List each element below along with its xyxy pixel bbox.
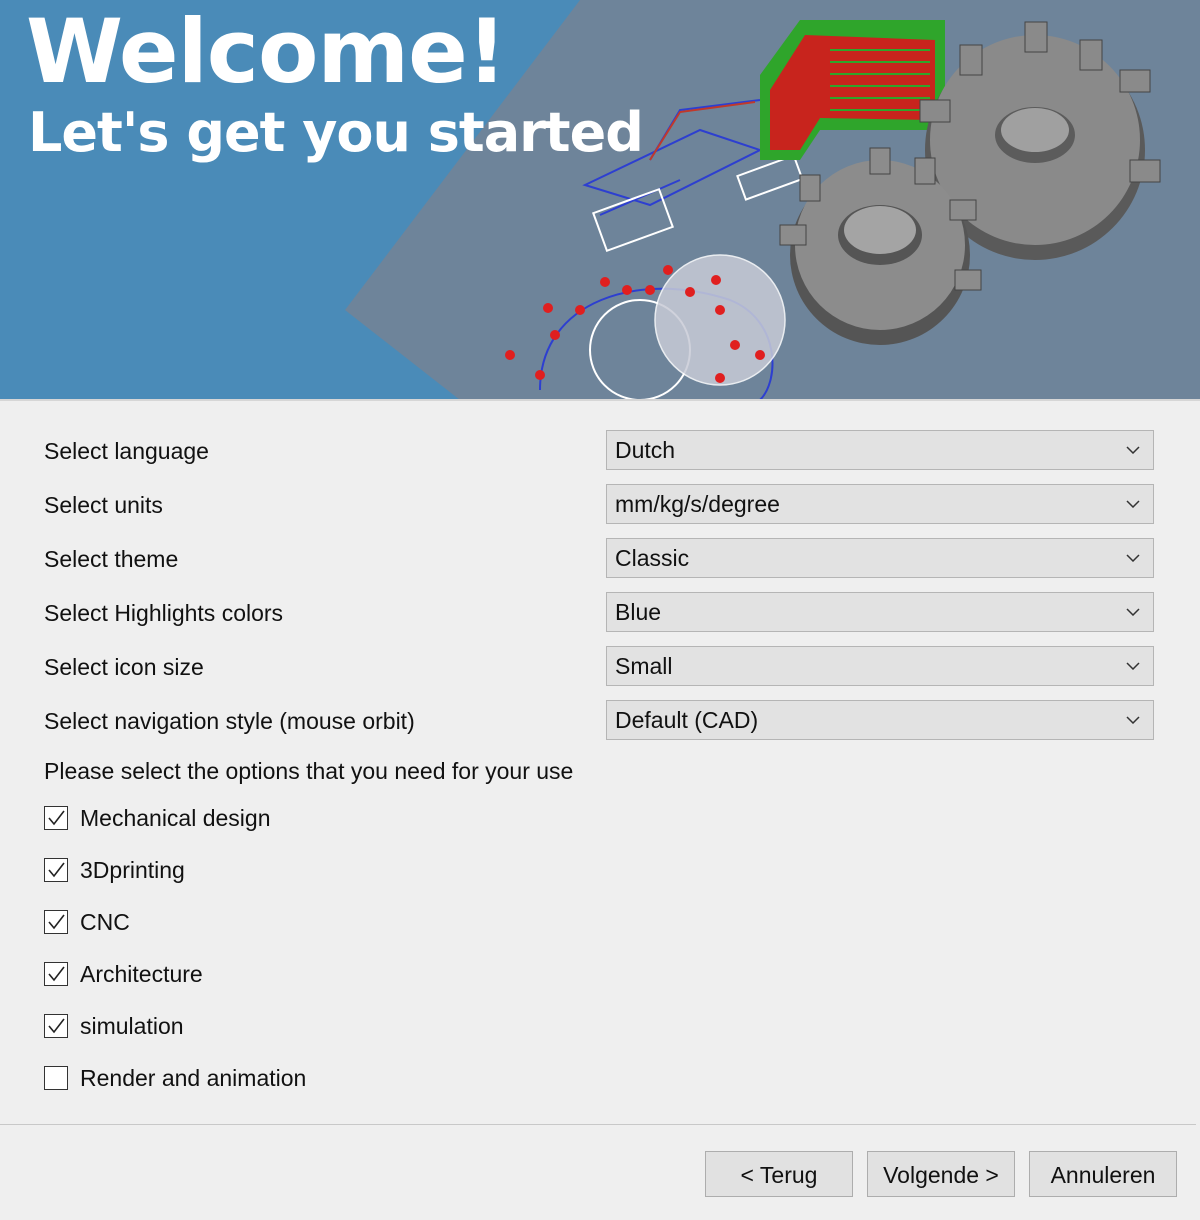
highlight-colors-label: Select Highlights colors xyxy=(44,600,284,626)
units-value: mm/kg/s/degree xyxy=(615,491,780,517)
welcome-banner: Welcome! Let's get you started xyxy=(0,0,1200,400)
next-button[interactable]: Volgende > xyxy=(867,1151,1015,1197)
checkbox-checked[interactable] xyxy=(44,962,68,986)
options-prompt: Please select the options that you need … xyxy=(44,758,574,784)
checkbox-checked[interactable] xyxy=(44,858,68,882)
chevron-down-icon xyxy=(1125,431,1141,469)
option-render-animation[interactable]: Render and animation xyxy=(44,1064,306,1092)
icon-size-select[interactable]: Small xyxy=(606,646,1154,686)
chevron-down-icon xyxy=(1125,647,1141,685)
highlight-colors-value: Blue xyxy=(615,599,662,625)
units-select[interactable]: mm/kg/s/degree xyxy=(606,484,1154,524)
banner-divider xyxy=(0,399,1200,401)
icon-size-label: Select icon size xyxy=(44,654,204,680)
option-simulation[interactable]: simulation xyxy=(44,1012,184,1040)
theme-value: Classic xyxy=(615,545,690,571)
language-value: Dutch xyxy=(615,437,676,463)
highlight-colors-select[interactable]: Blue xyxy=(606,592,1154,632)
theme-select[interactable]: Classic xyxy=(606,538,1154,578)
navigation-style-select[interactable]: Default (CAD) xyxy=(606,700,1154,740)
option-label: Architecture xyxy=(80,960,203,987)
checkbox-checked[interactable] xyxy=(44,806,68,830)
option-label: CNC xyxy=(80,908,130,935)
option-label: simulation xyxy=(80,1012,184,1039)
checkbox-checked[interactable] xyxy=(44,1014,68,1038)
chevron-down-icon xyxy=(1125,539,1141,577)
option-mechanical-design[interactable]: Mechanical design xyxy=(44,804,271,832)
theme-label: Select theme xyxy=(44,546,179,572)
option-cnc[interactable]: CNC xyxy=(44,908,130,936)
option-architecture[interactable]: Architecture xyxy=(44,960,203,988)
units-label: Select units xyxy=(44,492,163,518)
option-label: Mechanical design xyxy=(80,804,271,831)
chevron-down-icon xyxy=(1125,593,1141,631)
language-label: Select language xyxy=(44,438,209,464)
cancel-button[interactable]: Annuleren xyxy=(1029,1151,1177,1197)
language-select[interactable]: Dutch xyxy=(606,430,1154,470)
checkbox-unchecked[interactable] xyxy=(44,1066,68,1090)
navigation-style-value: Default (CAD) xyxy=(615,707,759,733)
footer-divider xyxy=(0,1124,1196,1125)
welcome-title: Welcome! xyxy=(26,0,507,103)
option-3dprinting[interactable]: 3Dprinting xyxy=(44,856,185,884)
option-label: Render and animation xyxy=(80,1064,307,1091)
chevron-down-icon xyxy=(1125,701,1141,739)
icon-size-value: Small xyxy=(615,653,673,679)
checkbox-checked[interactable] xyxy=(44,910,68,934)
chevron-down-icon xyxy=(1125,485,1141,523)
option-label: 3Dprinting xyxy=(80,856,185,883)
navigation-style-label: Select navigation style (mouse orbit) xyxy=(44,708,415,734)
welcome-subtitle: Let's get you started xyxy=(28,101,644,164)
back-button[interactable]: < Terug xyxy=(705,1151,853,1197)
